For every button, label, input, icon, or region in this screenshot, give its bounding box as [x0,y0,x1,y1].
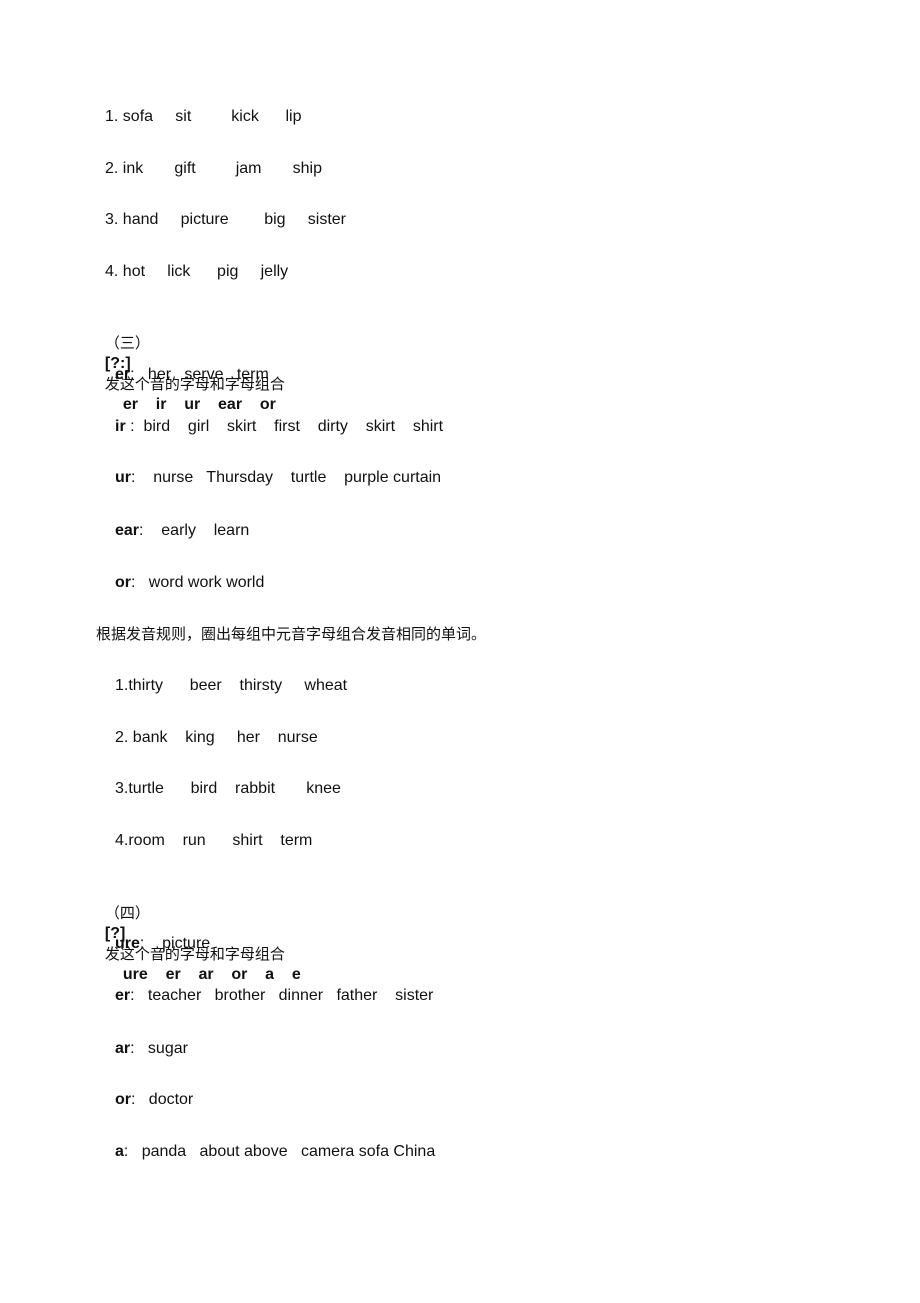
combo-key: er [115,366,131,383]
list-item: ur: nurse Thursday turtle purple curtain [115,468,441,488]
list-item: ear: early learn [115,521,249,541]
combo-key: ir [115,418,126,435]
list-item: 3.turtle bird rabbit knee [115,780,341,797]
words: nurse Thursday turtle purple curtain [135,469,442,486]
letter-combos: er ir ur ear or [122,396,276,413]
section-three-heading: （三） [?:] 发这个音的字母和字母组合 er ir ur ear or [96,313,285,415]
combo-key: ear [115,522,140,539]
list-item: ure: picture [115,934,210,954]
words: sugar [134,1040,188,1057]
separator: : [125,418,135,435]
words: early learn [143,522,250,539]
words: bird girl skirt first dirty skirt shirt [134,418,444,435]
list-item: 2. bank king her nurse [115,729,318,746]
words: panda about above camera sofa China [128,1143,436,1160]
list-item: 4.room run shirt term [115,832,313,849]
words: word work world [135,574,265,591]
list-item: 1.thirty beer thirsty wheat [115,677,348,694]
combo-key: ar [115,1040,131,1057]
section-number: （三） [104,334,150,352]
words: teacher brother dinner father sister [134,987,434,1004]
combo-key: er [115,987,131,1004]
combo-key: a [115,1143,124,1160]
list-item: er: her serve term [115,365,269,385]
combo-key: or [115,574,131,591]
words: picture [144,935,211,952]
combo-key: or [115,1091,131,1108]
list-item: ir : bird girl skirt first dirty skirt s… [115,417,443,437]
list-item: er: teacher brother dinner father sister [115,986,433,1006]
list-item: a: panda about above camera sofa China [115,1142,435,1162]
exercise-instruction: 根据发音规则，圈出每组中元音字母组合发音相同的单词。 [96,625,487,643]
combo-key: ur [115,469,131,486]
list-item: ar: sugar [115,1039,188,1059]
list-item: or: doctor [115,1090,193,1110]
combo-key: ure [115,935,140,952]
list-item: 3. hand picture big sister [105,211,346,228]
letter-combos: ure er ar or a e [122,966,301,983]
section-number: （四） [104,904,150,922]
list-item: 4. hot lick pig jelly [105,263,289,280]
list-item: 2. ink gift jam ship [105,160,322,177]
list-item: or: word work world [115,573,264,593]
words: doctor [135,1091,194,1108]
list-item: 1. sofa sit kick lip [105,108,302,125]
words: her serve term [134,366,269,383]
